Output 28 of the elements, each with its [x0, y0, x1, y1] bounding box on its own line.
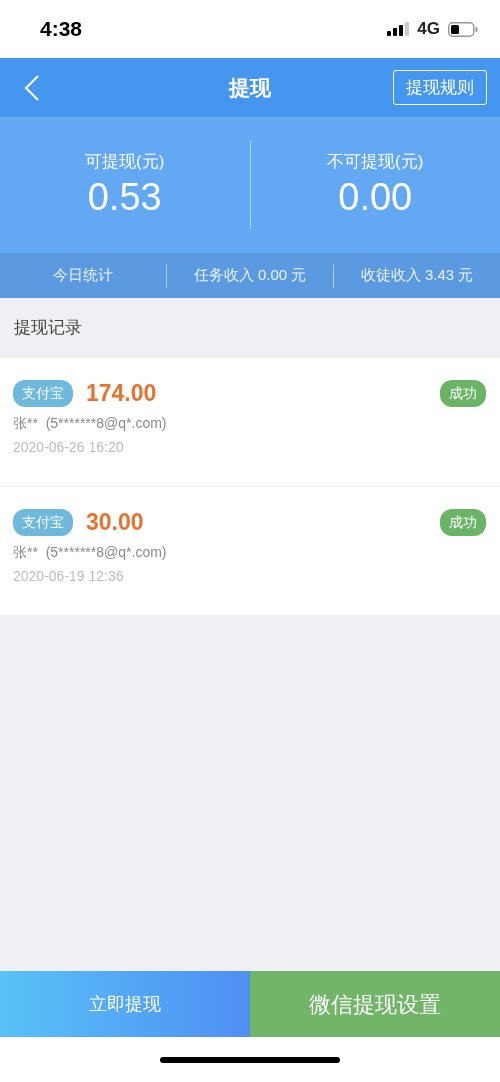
stat-text: 今日统计	[53, 266, 113, 284]
stat-text: 收徒收入 3.43 元	[360, 266, 474, 284]
balance-amount: 0.53	[87, 175, 162, 218]
home-indicator[interactable]	[160, 1056, 340, 1063]
stat-text: 任务收入 0.00 元	[193, 266, 307, 284]
rules-button[interactable]: 提现规则	[393, 69, 487, 106]
record-time: 2020-06-19 12:36	[13, 567, 124, 584]
status-time: 4:38	[40, 16, 83, 43]
status-tag: 成功	[440, 379, 486, 407]
signal-icon	[387, 22, 410, 36]
method-tag: 支付宝	[13, 508, 73, 536]
network-label: 4G	[417, 18, 440, 41]
balance-amount: 0.00	[338, 175, 413, 218]
method-tag: 支付宝	[13, 379, 73, 407]
wechat-settings-button[interactable]: 微信提现设置	[250, 971, 500, 1037]
balance-label: 可提现(元)	[85, 152, 165, 172]
battery-icon	[448, 21, 478, 37]
page-title: 提现	[229, 75, 271, 99]
account-text: 张** (5*******8@q*.com)	[13, 414, 167, 431]
back-icon[interactable]	[24, 73, 40, 102]
account-text: 张** (5*******8@q*.com)	[13, 543, 167, 560]
withdraw-button[interactable]: 立即提现	[0, 971, 250, 1037]
record-amount: 30.00	[86, 508, 144, 537]
balance-label: 不可提现(元)	[327, 152, 424, 172]
record-time: 2020-06-26 16:20	[13, 438, 124, 455]
status-tag: 成功	[440, 508, 486, 536]
section-title: 提现记录	[14, 317, 82, 340]
record-amount: 174.00	[86, 379, 157, 408]
